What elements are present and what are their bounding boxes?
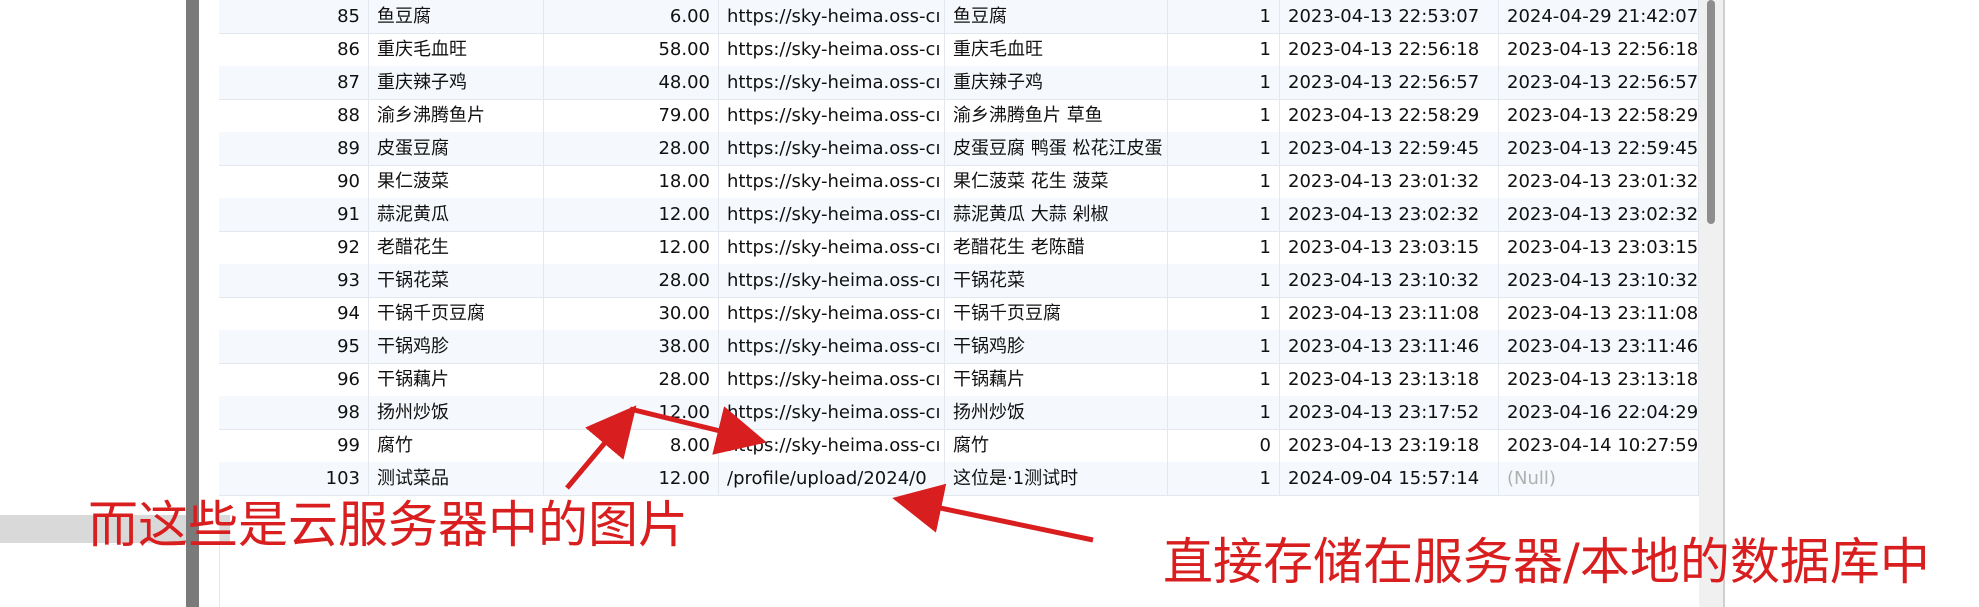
arrow-to-local-path [892, 483, 1094, 543]
annotation-cloud-images: 而这些是云服务器中的图片 [88, 496, 688, 554]
annotation-local-storage: 直接存储在服务器/本地的数据库中 [1163, 533, 1930, 591]
arrow-to-oss-url [629, 406, 767, 455]
arrow-to-image-column [565, 405, 637, 490]
